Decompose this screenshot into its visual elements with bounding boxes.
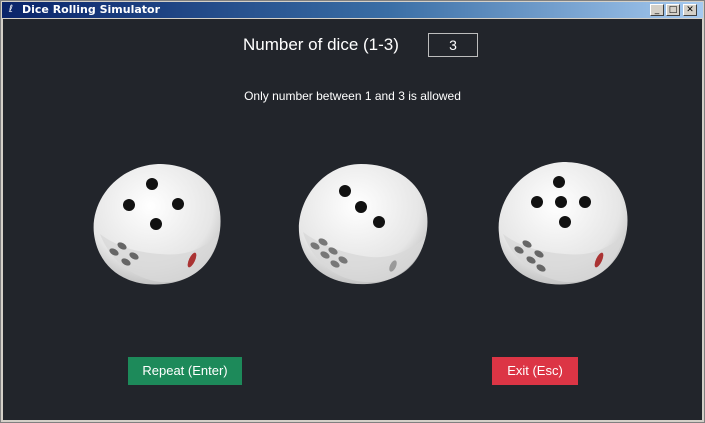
dice-count-label: Number of dice (1-3) (243, 35, 399, 54)
die-2 (298, 164, 428, 285)
feather-icon: ℓ (8, 4, 14, 15)
exit-button[interactable]: Exit (Esc) (492, 357, 578, 385)
maximize-button[interactable]: □ (666, 4, 680, 16)
window-title: Dice Rolling Simulator (22, 3, 161, 16)
dice-count-input[interactable] (428, 33, 478, 57)
validation-hint: Only number between 1 and 3 is allowed (244, 89, 461, 103)
title-bar[interactable]: ℓ Dice Rolling Simulator _ □ ✕ (2, 2, 703, 18)
close-button[interactable]: ✕ (683, 4, 697, 16)
minimize-button[interactable]: _ (650, 4, 664, 16)
app-window: ℓ Dice Rolling Simulator _ □ ✕ Number of… (0, 0, 705, 423)
repeat-button[interactable]: Repeat (Enter) (128, 357, 242, 385)
die-3 (498, 162, 628, 285)
die-1 (93, 164, 221, 285)
main-area: Number of dice (1-3) Only number between… (3, 19, 702, 420)
